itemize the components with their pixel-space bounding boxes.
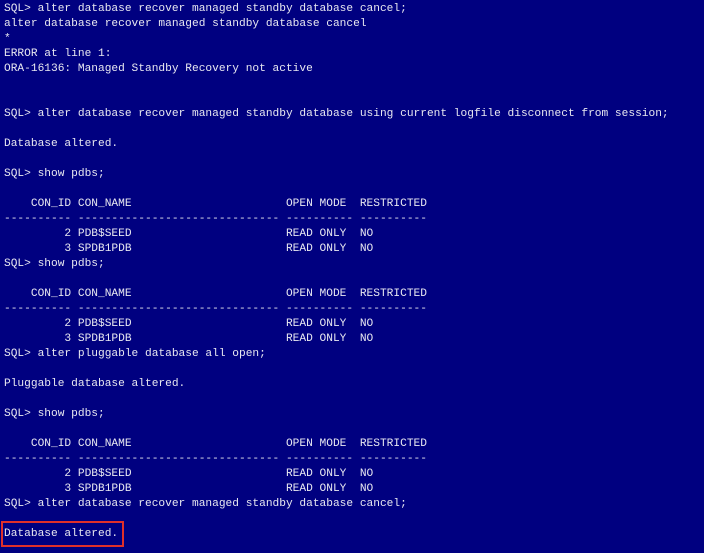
terminal-line: 2 PDB$SEED READ ONLY NO xyxy=(4,228,374,240)
terminal-line: 2 PDB$SEED READ ONLY NO xyxy=(4,318,374,330)
terminal-line: ---------- -----------------------------… xyxy=(4,303,427,315)
terminal-line: CON_ID CON_NAME OPEN MODE RESTRICTED xyxy=(4,198,427,210)
terminal-output: SQL> alter database recover managed stan… xyxy=(4,2,669,542)
terminal-line: ---------- -----------------------------… xyxy=(4,213,427,225)
terminal-line: 2 PDB$SEED READ ONLY NO xyxy=(4,468,374,480)
terminal-line: CON_ID CON_NAME OPEN MODE RESTRICTED xyxy=(4,438,427,450)
terminal-line: SQL> alter database recover managed stan… xyxy=(4,498,407,510)
terminal-line: Pluggable database altered. xyxy=(4,378,186,390)
terminal-line: ---------- -----------------------------… xyxy=(4,453,427,465)
terminal-line: SQL> show pdbs; xyxy=(4,408,105,420)
terminal-line: SQL> alter pluggable database all open; xyxy=(4,348,266,360)
terminal-line: CON_ID CON_NAME OPEN MODE RESTRICTED xyxy=(4,288,427,300)
terminal-line: Database altered. xyxy=(4,138,119,150)
terminal-line: 3 SPDB1PDB READ ONLY NO xyxy=(4,243,374,255)
terminal-line: ORA-16136: Managed Standby Recovery not … xyxy=(4,63,313,75)
terminal-line: SQL> alter database recover managed stan… xyxy=(4,108,669,120)
terminal-line: SQL> show pdbs; xyxy=(4,258,105,270)
terminal-line: 3 SPDB1PDB READ ONLY NO xyxy=(4,333,374,345)
terminal-line: SQL> show pdbs; xyxy=(4,168,105,180)
terminal-line: ERROR at line 1: xyxy=(4,48,112,60)
terminal-line: 3 SPDB1PDB READ ONLY NO xyxy=(4,483,374,495)
terminal-window[interactable]: SQL> alter database recover managed stan… xyxy=(0,0,704,553)
terminal-line: * xyxy=(4,33,11,45)
terminal-line: SQL> alter database recover managed stan… xyxy=(4,3,407,15)
highlight-box xyxy=(1,521,124,547)
terminal-line: alter database recover managed standby d… xyxy=(4,18,367,30)
